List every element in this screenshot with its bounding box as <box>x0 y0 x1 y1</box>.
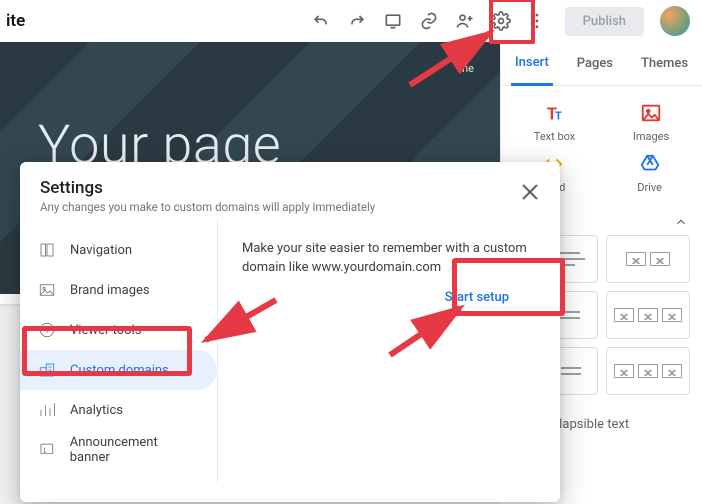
tab-themes[interactable]: Themes <box>637 42 692 86</box>
nav-navigation[interactable]: Navigation <box>20 230 217 270</box>
link-button[interactable] <box>411 3 447 39</box>
more-button[interactable] <box>519 3 555 39</box>
settings-modal: Settings Any changes you make to custom … <box>20 162 560 502</box>
settings-title: Settings <box>40 178 540 198</box>
settings-button[interactable] <box>483 3 519 39</box>
nav-viewer-tools[interactable]: Viewer tools <box>20 310 217 350</box>
share-button[interactable] <box>447 3 483 39</box>
tab-insert[interactable]: Insert <box>511 42 553 86</box>
info-icon <box>38 321 56 339</box>
top-toolbar: ite Publish <box>0 0 702 42</box>
chevron-up-icon <box>674 215 688 229</box>
account-avatar[interactable] <box>660 6 690 36</box>
nav-icon <box>38 241 56 259</box>
svg-text:T: T <box>555 109 562 122</box>
app-title: ite <box>6 11 25 31</box>
nav-analytics[interactable]: Analytics <box>20 390 217 430</box>
preview-button[interactable] <box>375 3 411 39</box>
tab-pages[interactable]: Pages <box>573 42 617 86</box>
insert-drive[interactable]: Drive <box>637 153 662 194</box>
settings-content: Make your site easier to remember with a… <box>218 218 560 482</box>
settings-subtitle: Any changes you make to custom domains w… <box>40 200 540 214</box>
insert-images-label: Images <box>633 130 669 143</box>
insert-drive-label: Drive <box>637 181 662 194</box>
layout-option[interactable] <box>606 291 691 339</box>
redo-button[interactable] <box>339 3 375 39</box>
insert-textbox[interactable]: TT Text box <box>534 102 575 143</box>
start-setup-button[interactable]: Start setup <box>424 280 530 315</box>
layout-option[interactable] <box>606 347 691 395</box>
insert-images[interactable]: Images <box>633 102 669 143</box>
content-description: Make your site easier to remember with a… <box>242 240 536 278</box>
nav-custom-domains[interactable]: Custom domains <box>20 350 217 390</box>
image-icon <box>38 281 56 299</box>
settings-nav: Navigation Brand images Viewer tools Cus… <box>20 218 218 482</box>
undo-button[interactable] <box>303 3 339 39</box>
nav-announcement[interactable]: Announcement banner <box>20 430 217 470</box>
publish-button[interactable]: Publish <box>565 7 644 36</box>
close-icon <box>518 180 542 204</box>
nav-home: me <box>459 62 474 75</box>
analytics-icon <box>38 401 56 419</box>
side-tabs: Insert Pages Themes <box>501 42 702 86</box>
insert-textbox-label: Text box <box>534 130 575 143</box>
nav-brand-images[interactable]: Brand images <box>20 270 217 310</box>
layout-option[interactable] <box>606 235 691 283</box>
announcement-icon <box>38 441 56 459</box>
close-button[interactable] <box>518 180 542 204</box>
domain-icon <box>38 361 56 379</box>
